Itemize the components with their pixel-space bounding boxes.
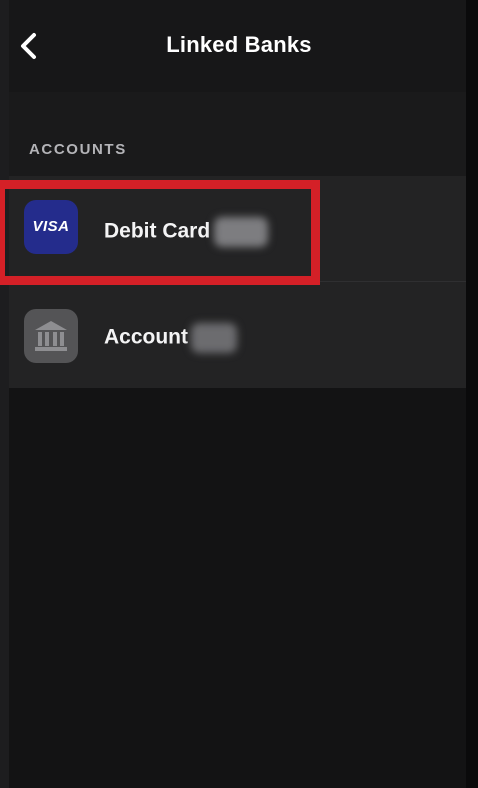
visa-logo-text: VISA (32, 218, 70, 235)
visa-card-icon: VISA (24, 200, 78, 254)
debit-card-label-text: Debit Card (104, 219, 211, 243)
list-item-bank-account[interactable]: Account (9, 282, 466, 388)
empty-content-area (9, 388, 466, 788)
page-title: Linked Banks (166, 32, 312, 57)
linked-accounts-list: VISA Debit Card Account (9, 176, 466, 388)
account-label: Account (104, 323, 237, 353)
app-screen: Linked Banks ACCOUNTS VISA Debit Card Ac… (0, 0, 478, 788)
device-bezel-left (0, 0, 9, 788)
debit-card-label: Debit Card (104, 217, 269, 247)
account-label-text: Account (104, 325, 188, 349)
device-bezel-right (466, 0, 478, 788)
redacted-account-digits (191, 323, 237, 353)
redacted-card-digits (214, 217, 269, 247)
section-header-background (9, 92, 466, 176)
bank-building-glyph (35, 321, 67, 351)
list-item-debit-card[interactable]: VISA Debit Card (9, 176, 466, 282)
bank-building-icon (24, 309, 78, 363)
accounts-section-header: ACCOUNTS (29, 141, 127, 158)
